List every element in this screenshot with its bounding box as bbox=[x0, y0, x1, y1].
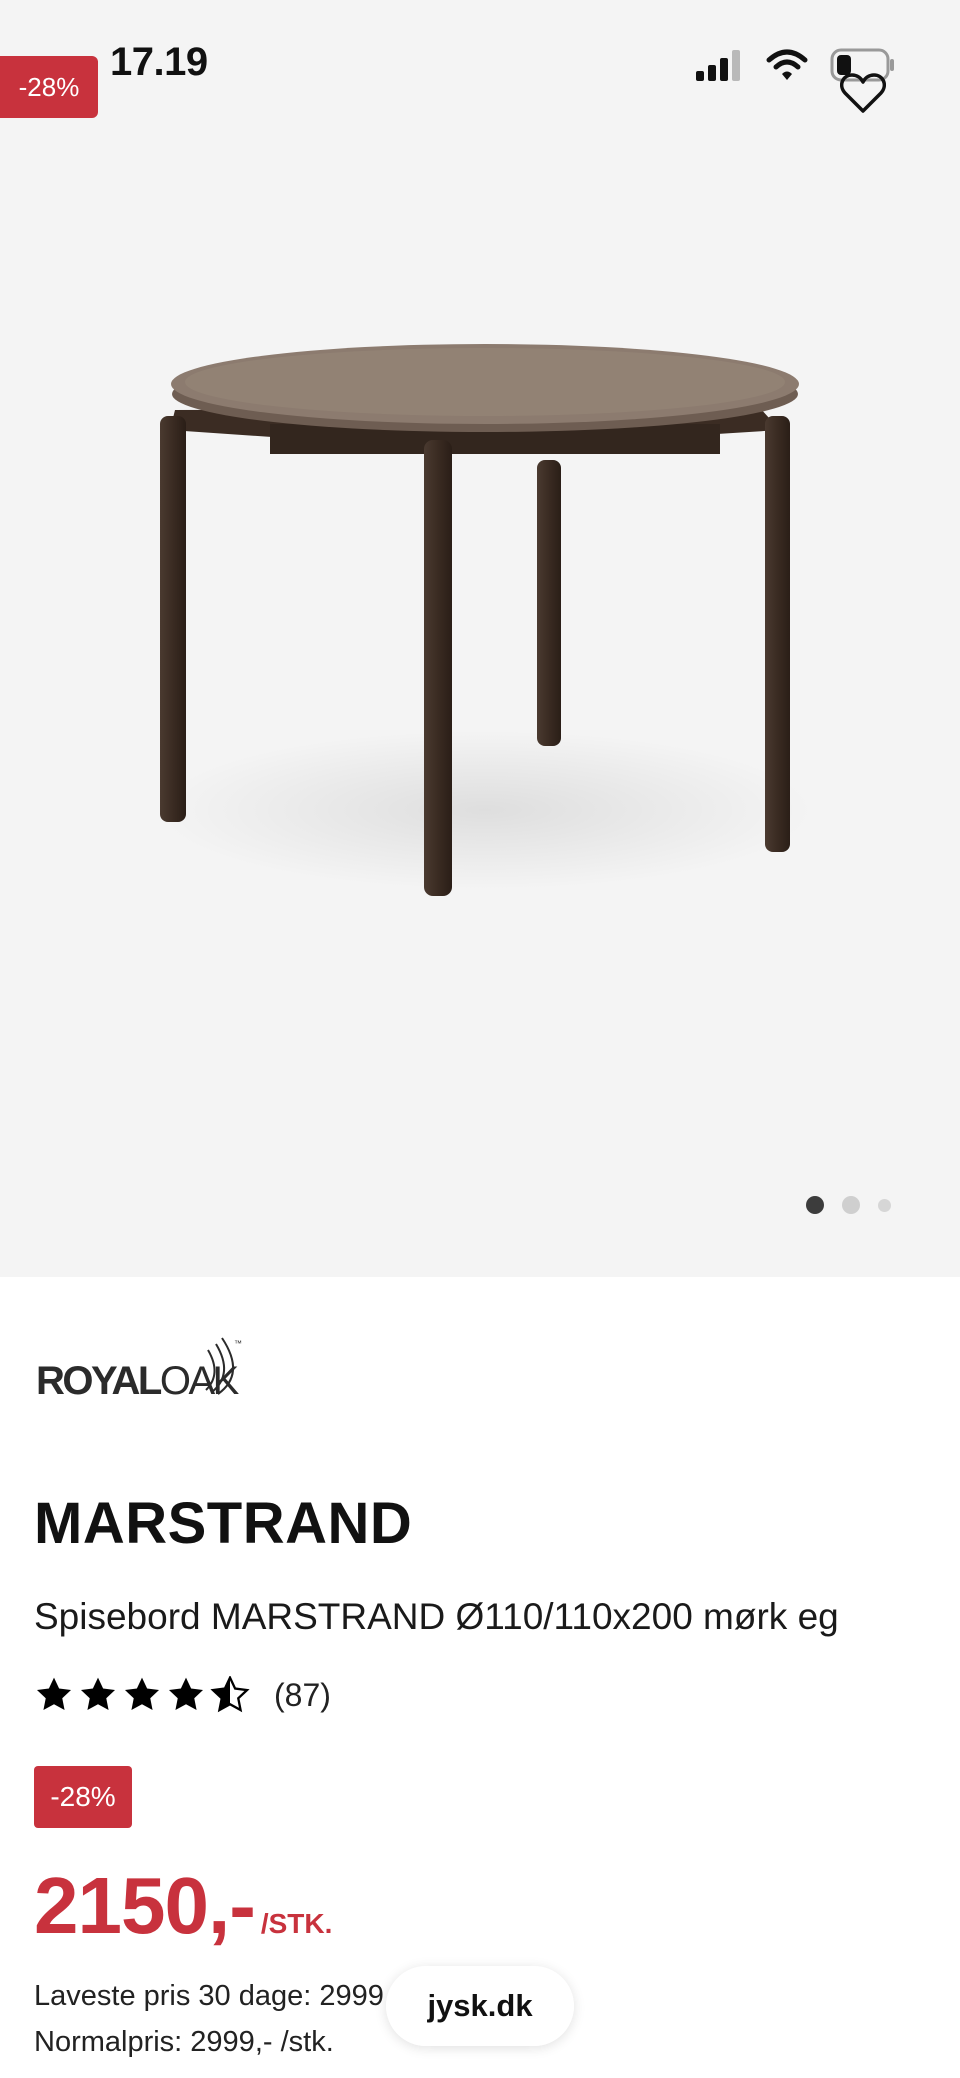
rating[interactable]: (87) bbox=[34, 1676, 331, 1714]
price-unit: /STK. bbox=[260, 1908, 333, 1939]
brand-trademark: ™ bbox=[234, 1339, 242, 1348]
star-icon bbox=[80, 1677, 116, 1711]
pagination-dot[interactable] bbox=[878, 1198, 891, 1212]
price: 2150,- /STK. bbox=[34, 1860, 332, 1952]
pagination-dot-active[interactable] bbox=[806, 1196, 824, 1214]
gallery-pagination[interactable] bbox=[806, 1196, 891, 1214]
heart-icon[interactable] bbox=[840, 72, 886, 114]
rating-count: (87) bbox=[274, 1676, 331, 1713]
brand-name-light: OAK bbox=[160, 1359, 240, 1400]
wifi-icon bbox=[766, 49, 808, 80]
star-half-icon bbox=[210, 1676, 250, 1713]
discount-tag: -28% bbox=[0, 56, 98, 118]
star-icon bbox=[36, 1677, 72, 1711]
lowest-price: Laveste pris 30 dage: 2999 bbox=[34, 1980, 384, 2012]
address-bar[interactable]: jysk.dk bbox=[386, 1966, 574, 2046]
svg-text:ROYALOAK: ROYALOAK bbox=[36, 1359, 240, 1400]
normal-price: Normalpris: 2999,- /stk. bbox=[34, 2026, 334, 2058]
brand-name-bold: ROYAL bbox=[36, 1359, 162, 1400]
pagination-dot[interactable] bbox=[842, 1196, 860, 1214]
star-icon bbox=[168, 1677, 204, 1711]
product-gallery[interactable]: 17.19 -28% bbox=[0, 0, 960, 1277]
star-icon bbox=[124, 1677, 160, 1711]
brand-logo[interactable]: ROYALOAK ™ bbox=[36, 1334, 250, 1405]
discount-badge: -28% bbox=[34, 1766, 132, 1828]
product-image bbox=[155, 344, 815, 896]
signal-icon bbox=[696, 50, 740, 81]
product-subtitle: Spisebord MARSTRAND Ø110/110x200 mørk eg bbox=[34, 1596, 839, 1637]
price-value: 2150,- bbox=[34, 1861, 256, 1950]
status-time: 17.19 bbox=[110, 40, 208, 84]
product-title: MARSTRAND bbox=[34, 1491, 413, 1556]
